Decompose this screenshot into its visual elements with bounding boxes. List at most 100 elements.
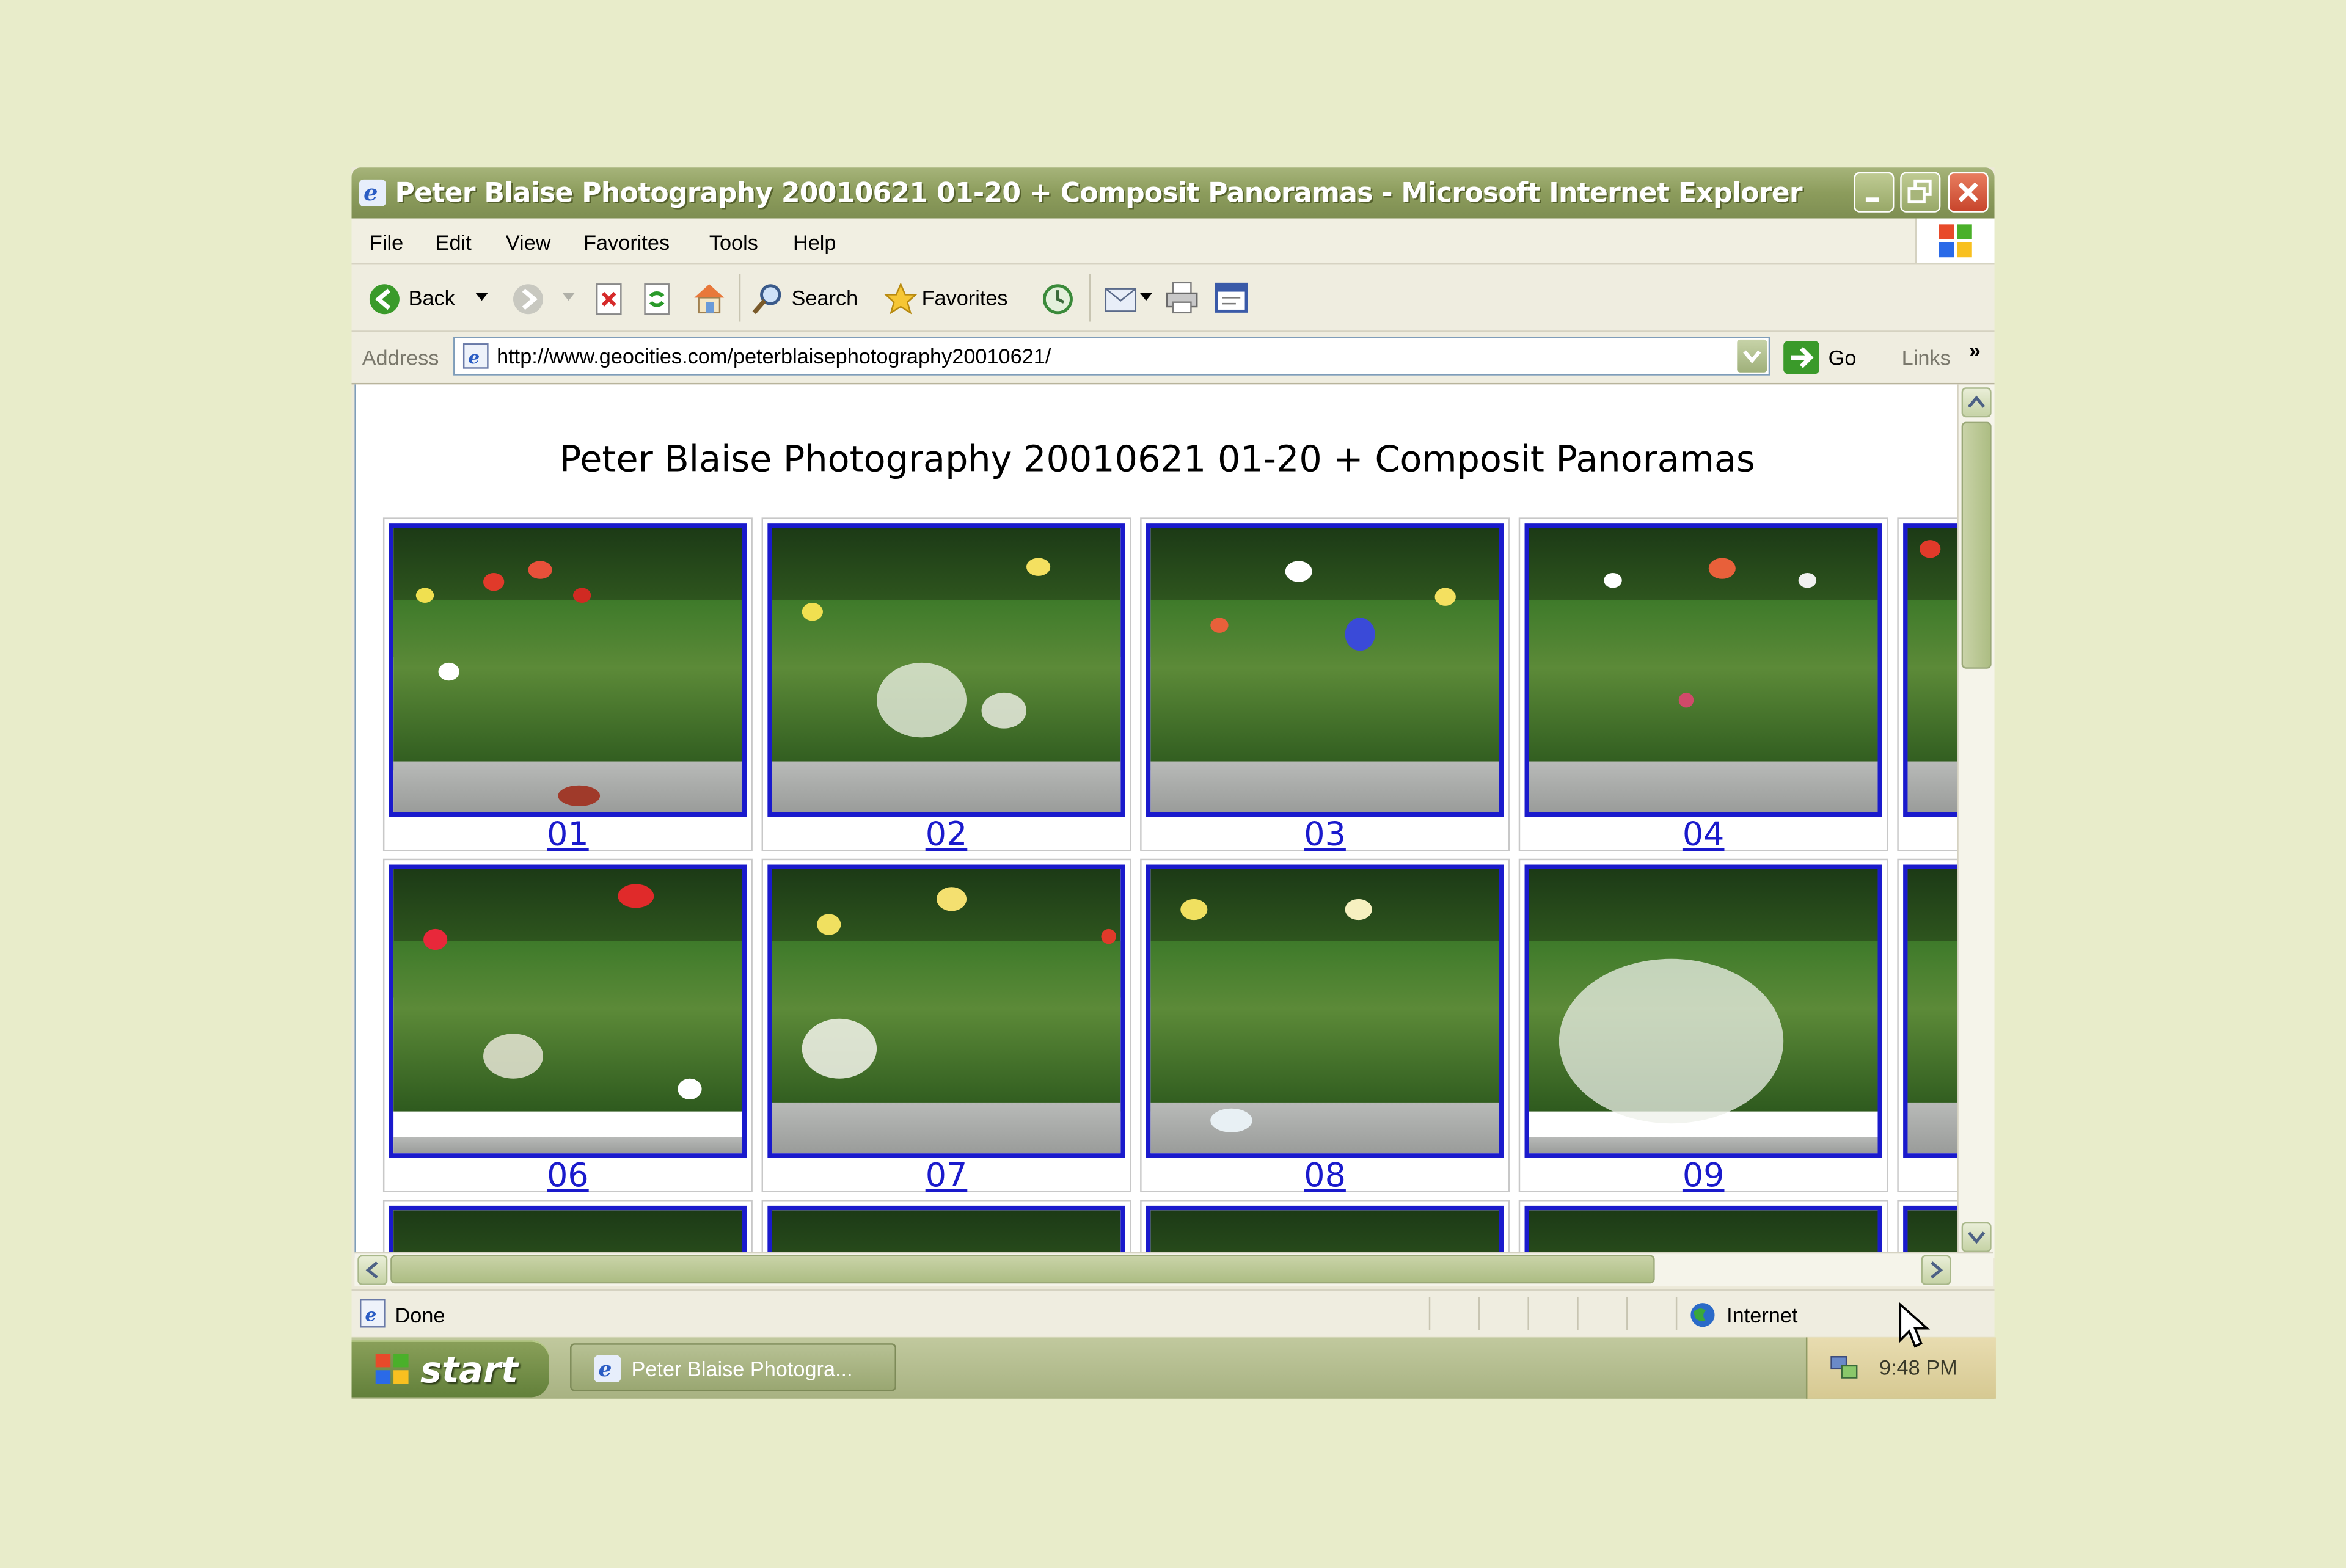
gallery-cell-partial xyxy=(1518,1200,1888,1258)
go-button[interactable]: Go xyxy=(1829,346,1857,370)
gallery-cell-partial xyxy=(1897,517,1959,851)
gallery-cell-partial xyxy=(382,1200,753,1258)
search-button[interactable]: Search xyxy=(792,286,858,310)
back-dropdown-icon[interactable] xyxy=(474,292,489,304)
mail-icon[interactable] xyxy=(1103,283,1139,316)
chevron-left-icon xyxy=(365,1261,378,1279)
menu-view[interactable]: View xyxy=(506,230,551,254)
photo-link-08[interactable]: 08 xyxy=(1142,1158,1508,1195)
back-arrow-icon[interactable] xyxy=(368,283,401,316)
photo-link-09[interactable]: 09 xyxy=(1520,1158,1887,1195)
gallery-cell: 01 xyxy=(382,517,753,854)
gallery-cell: 06 xyxy=(382,858,753,1195)
address-input[interactable]: e http://www.geocities.com/peterblaiseph… xyxy=(453,337,1770,376)
forward-dropdown-icon[interactable] xyxy=(561,292,576,304)
svg-text:e: e xyxy=(364,180,378,206)
gallery-cell: 04 xyxy=(1518,517,1888,854)
forward-arrow-icon[interactable] xyxy=(512,283,545,316)
search-icon[interactable] xyxy=(750,281,786,317)
menu-help[interactable]: Help xyxy=(793,230,836,254)
history-icon[interactable] xyxy=(1040,281,1076,317)
photo-link-02[interactable]: 02 xyxy=(763,817,1130,854)
photo-thumbnail-14[interactable] xyxy=(1524,1205,1882,1258)
photo-thumbnail-01[interactable] xyxy=(389,523,747,817)
photo-thumbnail-09[interactable] xyxy=(1524,864,1882,1158)
status-separator xyxy=(1675,1297,1678,1330)
scroll-down-button[interactable] xyxy=(1961,1222,1992,1252)
photo-link-03[interactable]: 03 xyxy=(1142,817,1508,854)
menu-tools[interactable]: Tools xyxy=(709,230,758,254)
security-zone: Internet xyxy=(1727,1303,1798,1327)
edit-page-icon[interactable] xyxy=(1213,280,1249,316)
favorites-button[interactable]: Favorites xyxy=(922,286,1008,310)
scroll-right-button[interactable] xyxy=(1921,1255,1951,1285)
gallery-cell: 03 xyxy=(1140,517,1510,854)
mail-dropdown-icon[interactable] xyxy=(1139,292,1153,304)
photo-link-04[interactable]: 04 xyxy=(1520,817,1887,854)
address-dropdown-button[interactable] xyxy=(1737,339,1767,373)
scroll-left-button[interactable] xyxy=(357,1255,388,1285)
page-content: Peter Blaise Photography 20010621 01-20 … xyxy=(354,384,1959,1258)
menu-favorites[interactable]: Favorites xyxy=(583,230,670,254)
horizontal-scrollbar[interactable] xyxy=(354,1252,1993,1287)
ie-logo-icon: e xyxy=(594,1355,621,1382)
menu-file[interactable]: File xyxy=(370,230,403,254)
photo-thumbnail-11[interactable] xyxy=(389,1205,747,1258)
photo-thumbnail-06[interactable] xyxy=(389,864,747,1158)
photo-link-07[interactable]: 07 xyxy=(763,1158,1130,1195)
address-url: http://www.geocities.com/peterblaisephot… xyxy=(497,344,1051,368)
globe-icon xyxy=(1690,1303,1715,1327)
start-label: start xyxy=(420,1349,519,1391)
photo-thumbnail-08[interactable] xyxy=(1146,864,1504,1158)
photo-thumbnail-12[interactable] xyxy=(767,1205,1125,1258)
svg-text:e: e xyxy=(599,1357,612,1382)
menu-edit[interactable]: Edit xyxy=(436,230,472,254)
photo-thumbnail-02[interactable] xyxy=(767,523,1125,817)
page-icon: e xyxy=(462,343,489,369)
gallery-cell-partial xyxy=(1897,858,1959,1192)
close-button[interactable] xyxy=(1948,172,1989,213)
close-icon xyxy=(1958,182,1978,202)
status-separator xyxy=(1626,1297,1628,1330)
gallery-cell-partial xyxy=(1140,1200,1510,1258)
standard-toolbar: Back Search Favorites xyxy=(351,264,1995,332)
links-chevron[interactable]: » xyxy=(1969,338,1981,362)
clock[interactable]: 9:48 PM xyxy=(1879,1355,1957,1379)
photo-thumbnail-07[interactable] xyxy=(767,864,1125,1158)
print-icon[interactable] xyxy=(1164,280,1200,316)
photo-thumbnail-04[interactable] xyxy=(1524,523,1882,817)
restore-button[interactable] xyxy=(1900,172,1941,213)
windows-flag-icon xyxy=(1939,224,1972,258)
mouse-cursor-icon xyxy=(1899,1302,1931,1348)
status-separator xyxy=(1428,1297,1431,1330)
photo-thumbnail-13[interactable] xyxy=(1146,1205,1504,1258)
vertical-scrollbar[interactable] xyxy=(1957,384,1995,1258)
favorites-star-icon[interactable] xyxy=(883,281,919,317)
taskbar-item-ie[interactable]: e Peter Blaise Photogra... xyxy=(570,1343,896,1391)
taskbar: start e Peter Blaise Photogra... 9:48 PM xyxy=(351,1337,1996,1399)
photo-thumbnail-05[interactable] xyxy=(1903,523,1959,817)
windows-flag-icon xyxy=(375,1354,409,1384)
refresh-icon[interactable] xyxy=(642,283,672,316)
stop-icon[interactable] xyxy=(594,283,624,316)
photo-link-06[interactable]: 06 xyxy=(384,1158,751,1195)
photo-link-01[interactable]: 01 xyxy=(384,817,751,854)
vertical-scroll-thumb[interactable] xyxy=(1961,421,1992,669)
chevron-right-icon xyxy=(1931,1261,1943,1279)
go-arrow-icon[interactable] xyxy=(1782,340,1821,376)
address-bar: Address e http://www.geocities.com/peter… xyxy=(351,332,1995,385)
network-icon[interactable] xyxy=(1829,1352,1862,1382)
title-bar[interactable]: e Peter Blaise Photography 20010621 01-2… xyxy=(351,167,1995,219)
links-button[interactable]: Links xyxy=(1902,346,1951,370)
start-button[interactable]: start xyxy=(351,1340,549,1398)
photo-thumbnail-10[interactable] xyxy=(1903,864,1959,1158)
horizontal-scroll-thumb[interactable] xyxy=(390,1255,1655,1284)
photo-thumbnail-15[interactable] xyxy=(1903,1205,1959,1258)
home-icon[interactable] xyxy=(690,280,729,316)
scroll-up-button[interactable] xyxy=(1961,387,1992,418)
back-button[interactable]: Back xyxy=(409,286,455,310)
minimize-button[interactable] xyxy=(1854,172,1895,213)
photo-thumbnail-03[interactable] xyxy=(1146,523,1504,817)
gallery-cell-partial xyxy=(761,1200,1131,1258)
chevron-down-icon xyxy=(1968,1231,1986,1244)
